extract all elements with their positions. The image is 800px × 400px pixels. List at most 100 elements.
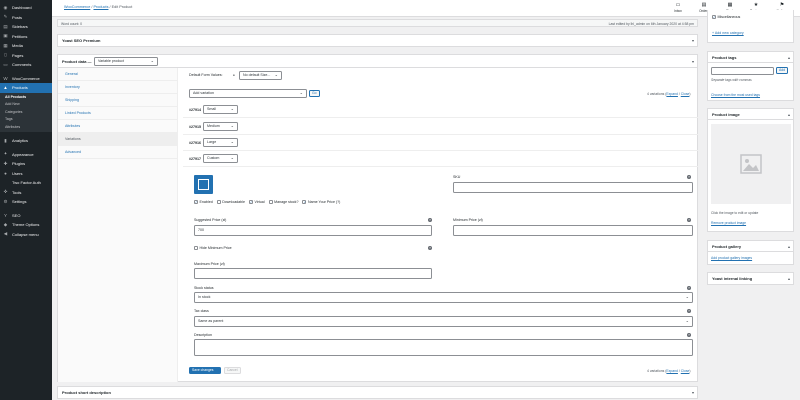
description-textarea[interactable] [194, 339, 693, 356]
tab-advanced[interactable]: Advanced [58, 146, 177, 159]
sidebar-item-label: Petitions [12, 33, 28, 39]
sidebar-item-settings[interactable]: ⚙ Settings [0, 197, 52, 207]
sidebar-item-users[interactable]: ● Users [0, 169, 52, 179]
tab-attributes[interactable]: Attributes [58, 120, 177, 133]
manage-stock-checkbox[interactable]: Manage stock? [268, 200, 298, 204]
tax-class-label: Tax class [194, 309, 209, 313]
variation-size-select[interactable]: Small [203, 105, 238, 114]
sidebar-item-collapse-menu[interactable]: ◀ Collapse menu [0, 230, 52, 240]
add-variation-select[interactable]: Add variation [189, 89, 307, 98]
yoast-seo-header[interactable]: Yoast SEO Premium ▾ [58, 35, 697, 46]
stock-status-select[interactable]: In stock [194, 292, 693, 303]
close-link[interactable]: Close [681, 92, 690, 96]
breadcrumb: WooCommerce / Products / Edit Product [64, 5, 133, 9]
enabled-checkbox[interactable]: ✓ Enabled [194, 200, 213, 204]
variation-size-select[interactable]: Large [203, 138, 238, 147]
crumb-woocommerce[interactable]: WooCommerce [64, 5, 90, 9]
sidebar-item-two-factor-auth[interactable]: Two Factor Auth [0, 178, 52, 188]
variation-row[interactable]: #27914 Small [189, 105, 238, 114]
add-gallery-link[interactable]: Add product gallery images [711, 256, 752, 260]
sidebar-item-appearance[interactable]: ✦ Appearance [0, 150, 52, 160]
sidebar-item-theme-options[interactable]: ◆ Theme Options [0, 220, 52, 230]
suggested-price-input[interactable]: 700 [194, 225, 432, 236]
close-link-bottom[interactable]: Close [681, 369, 690, 373]
product-gallery-header[interactable]: Product gallery ▴ [708, 241, 793, 252]
word-count: Word count: 0 [61, 21, 83, 26]
virtual-checkbox[interactable]: ✓ Virtual [248, 200, 265, 204]
sidebar-item-label: Posts [12, 14, 23, 20]
tab-variations[interactable]: Variations [58, 133, 177, 146]
product-tags-header[interactable]: Product tags ▴ [708, 52, 793, 63]
pages-icon: ▯ [4, 52, 7, 58]
sidebar-item-seo[interactable]: Y SEO [0, 211, 52, 221]
sidebar-item-products[interactable]: ▲ Products [0, 83, 52, 93]
expand-link[interactable]: Expand [666, 92, 678, 96]
sidebar-item-label: SEO [12, 212, 21, 218]
sidebar-item-comments[interactable]: ▭ Comments [0, 60, 52, 70]
variation-id: #27916 [189, 140, 201, 145]
sidebar-item-petitions[interactable]: ▣ Petitions [0, 32, 52, 42]
sidebar-item-label: Media [12, 43, 23, 49]
help-icon: ? [687, 218, 691, 222]
yoast-linking-header[interactable]: Yoast internal linking ▴ [708, 273, 793, 284]
sidebar-item-analytics[interactable]: ▮ Analytics [0, 136, 52, 146]
sidebar-item-label: Tools [12, 189, 22, 195]
variation-image-icon[interactable] [194, 175, 213, 194]
hide-min-row[interactable]: Hide Minimum Price [194, 246, 236, 251]
product-image-placeholder[interactable] [711, 124, 791, 204]
variation-size-select[interactable]: Medium [203, 122, 238, 131]
submenu-add-new[interactable]: Add New [0, 101, 52, 109]
help-icon: ? [687, 333, 691, 337]
minimum-price-input[interactable] [453, 225, 693, 236]
sidebar-item-sidebars[interactable]: ▤ Sidebars [0, 22, 52, 32]
sidebar-item-dashboard[interactable]: ◉ Dashboard [0, 3, 52, 13]
variation-row[interactable]: #27915 Medium [189, 122, 238, 131]
toolbar-inbox[interactable]: ▭ Inbox [665, 2, 691, 13]
sidebar-item-label: Two Factor Auth [12, 180, 41, 186]
submenu-attributes[interactable]: Attributes [0, 124, 52, 132]
tag-input[interactable] [711, 67, 774, 75]
default-size-select[interactable]: No default Size... [239, 71, 282, 80]
choose-tags-link[interactable]: Choose from the most used tags [711, 93, 760, 97]
sku-input[interactable] [453, 182, 693, 193]
tax-class-select[interactable]: Same as parent [194, 316, 693, 327]
tab-shipping[interactable]: Shipping [58, 94, 177, 107]
submenu-tags[interactable]: Tags [0, 116, 52, 124]
help-icon: ? [428, 218, 432, 222]
cancel-button[interactable]: Cancel [224, 367, 241, 374]
variation-row[interactable]: #27916 Large [189, 138, 238, 147]
inbox-icon: ▭ [675, 2, 681, 8]
last-edited: Last edited by lhl_admin on 6th January … [608, 21, 694, 26]
misc-category[interactable]: ✓ Miscellaneous [712, 15, 744, 19]
go-button[interactable]: Go [309, 90, 320, 97]
product-type-select[interactable]: Variable product [94, 57, 158, 66]
tab-linked-products[interactable]: Linked Products [58, 107, 177, 120]
orders-icon: ▤ [701, 2, 707, 8]
sidebar-item-woocommerce[interactable]: W WooCommerce [0, 74, 52, 84]
add-tag-button[interactable]: Add [776, 67, 789, 74]
image-hint: Click the image to edit or update [711, 211, 759, 215]
crumb-products[interactable]: Products [93, 5, 108, 9]
submenu-all-products[interactable]: All Products [0, 94, 52, 102]
sidebar-item-media[interactable]: ▦ Media [0, 41, 52, 51]
max-price-input[interactable] [194, 268, 432, 279]
name-your-price-checkbox[interactable]: ✓ Name Your Price (?) [302, 200, 340, 204]
expand-link-bottom[interactable]: Expand [666, 369, 678, 373]
add-category-link[interactable]: + Add new category [712, 31, 744, 35]
product-image-header[interactable]: Product image ▴ [708, 109, 793, 120]
variation-row[interactable]: #27917 Custom [189, 154, 238, 163]
sidebar-item-posts[interactable]: ✎ Posts [0, 13, 52, 23]
sidebar-item-tools[interactable]: ✜ Tools [0, 188, 52, 198]
sku-label: SKU [453, 175, 461, 179]
sidebar-item-plugins[interactable]: ✚ Plugins [0, 159, 52, 169]
products-icon: ▲ [3, 85, 8, 91]
submenu-categories[interactable]: Categories [0, 109, 52, 117]
variation-size-select[interactable]: Custom [203, 154, 238, 163]
short-description-header[interactable]: Product short description ▾ [58, 387, 697, 398]
sidebar-item-pages[interactable]: ▯ Pages [0, 51, 52, 61]
remove-image-link[interactable]: Remove product image [711, 221, 746, 225]
save-changes-button[interactable]: Save changes [189, 367, 221, 374]
downloadable-checkbox[interactable]: Downloadable [216, 200, 245, 204]
tab-inventory[interactable]: Inventory [58, 81, 177, 94]
tab-general[interactable]: General [58, 68, 177, 81]
